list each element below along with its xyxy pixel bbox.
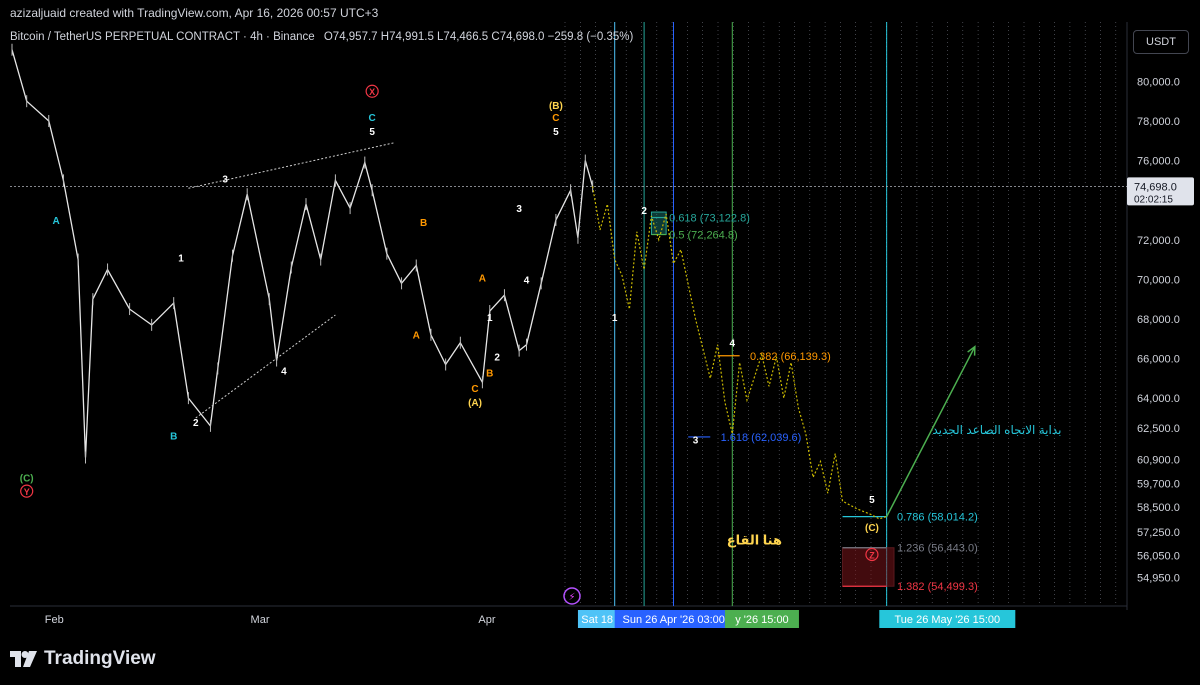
price-tick-label: 72,000.0 bbox=[1137, 235, 1180, 247]
flash-icon-glyph: ⚡ bbox=[568, 592, 575, 603]
price-tick-label: 70,000.0 bbox=[1137, 274, 1180, 286]
price-tick-label: 60,900.0 bbox=[1137, 455, 1180, 467]
wave-label: 5 bbox=[553, 127, 559, 138]
wave-label: 5 bbox=[369, 127, 375, 138]
wave-label: 5 bbox=[869, 495, 875, 506]
wave-label: 2 bbox=[193, 418, 199, 429]
wave-label: A bbox=[479, 273, 486, 284]
ohlc-readout: O74,957.7 H74,991.5 L74,466.5 C74,698.0 … bbox=[323, 31, 634, 43]
brand-name: TradingView bbox=[44, 648, 156, 669]
fib-level-label: 1.382 (54,499.3) bbox=[897, 581, 978, 593]
projection-path bbox=[592, 186, 887, 520]
currency-button[interactable]: USDT bbox=[1133, 30, 1189, 54]
wave-label: (A) bbox=[468, 398, 482, 409]
current-price-label: 74,698.0 bbox=[1134, 181, 1177, 193]
wave-label: X bbox=[369, 87, 375, 97]
trend-line-lower bbox=[195, 314, 336, 419]
price-tick-label: 57,250.0 bbox=[1137, 527, 1180, 539]
wave-label: 3 bbox=[693, 436, 699, 447]
fib-level-label: 0.618 (73,122.8) bbox=[669, 213, 750, 225]
wave-label: C bbox=[552, 113, 559, 124]
price-tick-label: 59,700.0 bbox=[1137, 478, 1180, 490]
price-tick-label: 58,500.0 bbox=[1137, 502, 1180, 514]
wave-label: 4 bbox=[730, 339, 736, 350]
price-tick-label: 64,000.0 bbox=[1137, 393, 1180, 405]
wave-label: A bbox=[52, 216, 59, 227]
time-highlight-label: y '26 15:00 bbox=[735, 614, 788, 626]
time-highlight-label: Sun 26 Apr '26 03:00 bbox=[622, 614, 724, 626]
fib-level-label: 0.5 (72,264.8) bbox=[669, 230, 738, 242]
wave-label: 1 bbox=[612, 313, 618, 324]
time-tick-label: Mar bbox=[251, 614, 270, 626]
wave-label: Y bbox=[24, 487, 30, 497]
price-tick-label: 80,000.0 bbox=[1137, 76, 1180, 88]
wave-label: B bbox=[420, 218, 427, 229]
annotation-new-uptrend: بداية الاتجاه الصاعد الجديد bbox=[932, 423, 1061, 437]
tradingview-logo[interactable]: TradingView bbox=[10, 648, 156, 670]
wave-label: (B) bbox=[549, 101, 563, 112]
wave-label: A bbox=[413, 331, 420, 342]
fib-level-label: 0.786 (58,014.2) bbox=[897, 512, 978, 524]
countdown-label: 02:02:15 bbox=[1134, 194, 1173, 205]
wave-label: 3 bbox=[222, 174, 228, 185]
tradingview-logo-icon bbox=[10, 651, 37, 667]
price-tick-label: 62,500.0 bbox=[1137, 423, 1180, 435]
annotation-bottom-here: هنا القاع bbox=[727, 533, 782, 548]
time-tick-label: Apr bbox=[478, 614, 495, 626]
wave-label: 4 bbox=[281, 366, 287, 377]
wave-label: 4 bbox=[524, 275, 530, 286]
price-tick-label: 76,000.0 bbox=[1137, 156, 1180, 168]
price-series-line bbox=[11, 49, 594, 458]
fib-level-label: 0.382 (66,139.3) bbox=[750, 351, 831, 363]
wave-label: 2 bbox=[641, 206, 647, 217]
wave-label: 1 bbox=[178, 254, 184, 265]
wave-label: (C) bbox=[20, 473, 34, 484]
wave-label: C bbox=[369, 113, 376, 124]
wave-label: Z bbox=[869, 550, 875, 560]
wave-label: 2 bbox=[494, 353, 500, 364]
price-tick-label: 78,000.0 bbox=[1137, 116, 1180, 128]
symbol-title[interactable]: Bitcoin / TetherUS PERPETUAL CONTRACT · … bbox=[10, 31, 315, 43]
price-tick-label: 54,950.0 bbox=[1137, 572, 1180, 584]
price-tick-label: 56,050.0 bbox=[1137, 551, 1180, 563]
wave-label: 3 bbox=[516, 204, 522, 215]
price-tick-label: 66,000.0 bbox=[1137, 354, 1180, 366]
fib-level-label: 1.618 (62,039.6) bbox=[721, 432, 802, 444]
fib-level-label: 1.236 (56,443.0) bbox=[897, 543, 978, 555]
time-tick-label: Feb bbox=[45, 614, 64, 626]
price-chart[interactable]: 0.618 (73,122.8) 0.5 (72,264.8) 0.382 (66,… bbox=[0, 0, 1200, 685]
time-highlight-label: Tue 26 May '26 15:00 bbox=[894, 614, 1000, 626]
symbol-line: Bitcoin / TetherUS PERPETUAL CONTRACT · … bbox=[10, 31, 633, 43]
wave-label: 1 bbox=[487, 313, 493, 324]
wave-label: B bbox=[170, 432, 177, 443]
attribution-text: azizaljuaid created with TradingView.com… bbox=[10, 6, 379, 20]
wave-label: B bbox=[486, 368, 493, 379]
wave-label: C bbox=[471, 384, 478, 395]
wave-label: (C) bbox=[865, 523, 879, 534]
price-tick-label: 68,000.0 bbox=[1137, 314, 1180, 326]
